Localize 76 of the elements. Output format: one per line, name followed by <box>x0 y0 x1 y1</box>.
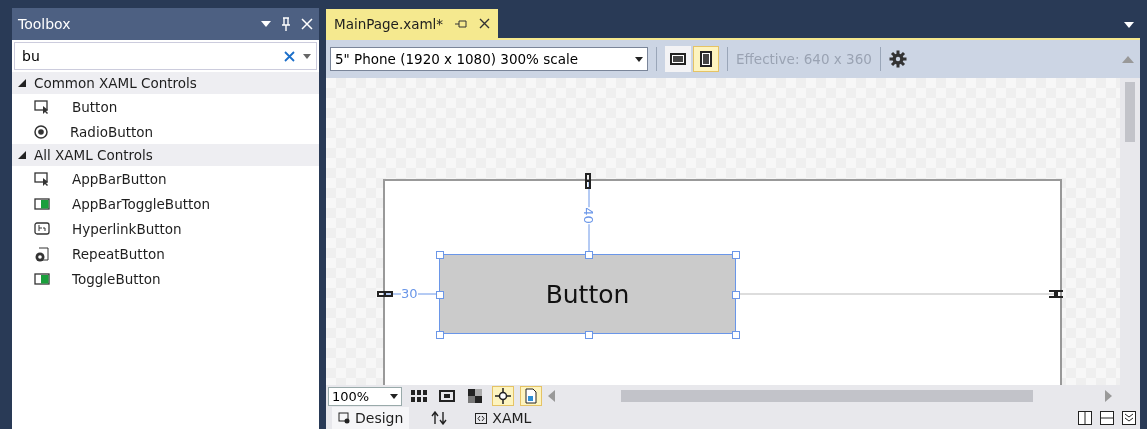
dropdown-icon[interactable] <box>635 56 643 62</box>
anchor-link-icon <box>1048 289 1064 299</box>
item-label: Button <box>72 98 118 115</box>
item-label: HyperlinkButton <box>72 220 182 237</box>
tab-label: MainPage.xaml* <box>334 15 444 32</box>
view-tab[interactable]: XAML <box>469 407 538 429</box>
repeat-icon <box>34 245 50 262</box>
document-refresh-icon <box>524 388 538 404</box>
resize-handle[interactable] <box>436 251 444 259</box>
radio-icon <box>34 124 48 139</box>
pin-icon[interactable] <box>455 18 468 29</box>
toggle-icon <box>34 272 50 285</box>
panel-title: Toolbox <box>18 16 72 32</box>
scrollbar-thumb[interactable] <box>621 390 1033 402</box>
portrait-icon <box>700 51 712 67</box>
pointer-icon <box>34 99 50 114</box>
toolbox-item[interactable]: AppBarToggleButton <box>12 191 319 216</box>
item-label: AppBarButton <box>72 170 167 187</box>
category-label: All XAML Controls <box>34 147 153 163</box>
toolbox-item[interactable]: HyperlinkButton <box>12 216 319 241</box>
zoom-dropdown[interactable]: 100% <box>328 386 402 406</box>
resize-handle[interactable] <box>436 291 444 299</box>
resize-handle[interactable] <box>585 251 593 259</box>
dropdown-icon[interactable] <box>390 393 398 399</box>
toolbox-item[interactable]: Button <box>12 94 319 119</box>
checkerboard-icon <box>468 389 482 403</box>
toolbox-item[interactable]: ToggleButton <box>12 266 319 291</box>
dropdown-icon[interactable] <box>1124 22 1134 28</box>
document-tab[interactable]: MainPage.xaml* <box>326 9 499 38</box>
toolbox-item[interactable]: AppBarButton <box>12 166 319 191</box>
anchor-link-icon <box>583 173 593 189</box>
code-icon <box>475 412 488 424</box>
resize-handle[interactable] <box>732 331 740 339</box>
fit-screen-icon <box>439 390 455 402</box>
split-horizontal-icon[interactable] <box>1100 411 1114 425</box>
top-margin-line <box>588 182 590 252</box>
view-tab[interactable]: Design <box>332 407 410 429</box>
selected-button-control[interactable]: Button <box>439 254 736 334</box>
anchor-link-icon <box>377 289 393 299</box>
hyperlink-icon <box>34 222 50 235</box>
resize-handle[interactable] <box>732 251 740 259</box>
toggle-icon <box>34 197 50 210</box>
dropdown-icon[interactable] <box>261 21 271 27</box>
grid-icon <box>411 390 427 402</box>
margin-left-value: 30 <box>401 286 418 301</box>
crosshair-icon <box>495 388 511 404</box>
orientation-button[interactable] <box>665 46 691 72</box>
close-icon[interactable] <box>479 18 491 29</box>
swap-icon[interactable] <box>431 411 448 425</box>
search-box[interactable]: bu <box>14 42 317 70</box>
collapse-triangle-icon[interactable] <box>18 79 26 87</box>
design-icon <box>338 412 350 424</box>
device-dropdown[interactable]: 5" Phone (1920 x 1080) 300% scale <box>330 47 648 71</box>
toolbox-item[interactable]: RadioButton <box>12 119 319 144</box>
resize-handle[interactable] <box>436 331 444 339</box>
resize-handle[interactable] <box>585 331 593 339</box>
category-header[interactable]: All XAML Controls <box>12 144 319 166</box>
pointer-icon <box>34 171 50 186</box>
item-label: RepeatButton <box>72 245 165 262</box>
landscape-icon <box>670 53 686 65</box>
settings-icon[interactable] <box>888 50 907 68</box>
split-vertical-icon[interactable] <box>1078 411 1092 425</box>
collapse-pane-icon[interactable] <box>1122 411 1136 425</box>
clear-icon[interactable] <box>284 50 295 62</box>
item-label: RadioButton <box>70 123 154 140</box>
category-label: Common XAML Controls <box>34 75 197 91</box>
toolbar-button[interactable] <box>492 386 514 406</box>
toolbox-item[interactable]: RepeatButton <box>12 241 319 266</box>
orientation-button[interactable] <box>693 46 719 72</box>
pin-icon[interactable] <box>281 17 291 31</box>
collapse-triangle-icon[interactable] <box>18 151 26 159</box>
resize-handle[interactable] <box>732 291 740 299</box>
scrollbar-thumb[interactable] <box>1125 82 1135 142</box>
category-header[interactable]: Common XAML Controls <box>12 72 319 94</box>
item-label: AppBarToggleButton <box>72 195 211 212</box>
item-label: ToggleButton <box>72 270 161 287</box>
